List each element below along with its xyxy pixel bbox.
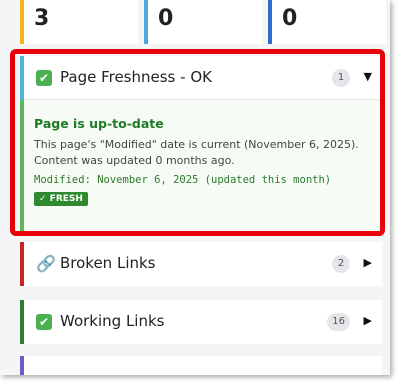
count-badge: 16 bbox=[327, 313, 350, 331]
section-broken-links: 🔗 Broken Links 2 ▶ bbox=[20, 242, 382, 286]
stat-card-notices[interactable]: 0 bbox=[268, 0, 386, 44]
section-header-broken-links[interactable]: 🔗 Broken Links 2 ▶ bbox=[20, 242, 382, 286]
section-working-links: ✔ Working Links 16 ▶ bbox=[20, 300, 382, 344]
section-accent bbox=[20, 356, 24, 375]
link-icon: 🔗 bbox=[36, 254, 56, 273]
expand-toggle-icon[interactable]: ▶ bbox=[364, 314, 372, 327]
section-header-working-links[interactable]: ✔ Working Links 16 ▶ bbox=[20, 300, 382, 344]
section-title: Working Links bbox=[60, 312, 165, 330]
stat-value: 0 bbox=[158, 6, 174, 31]
count-badge: 2 bbox=[332, 255, 350, 273]
stat-value: 3 bbox=[34, 6, 50, 31]
stat-value: 0 bbox=[282, 6, 298, 31]
section-title: Broken Links bbox=[60, 254, 156, 272]
stat-card-info[interactable]: 0 bbox=[144, 0, 262, 44]
stat-card-warnings[interactable]: 3 bbox=[20, 0, 138, 44]
check-icon: ✔ bbox=[36, 314, 52, 330]
expand-toggle-icon[interactable]: ▶ bbox=[364, 256, 372, 269]
stat-accent-bar bbox=[144, 0, 148, 44]
stat-accent-bar bbox=[20, 0, 24, 44]
highlight-frame bbox=[10, 49, 385, 236]
stats-row: 3 0 0 bbox=[0, 0, 390, 44]
stat-accent-bar bbox=[268, 0, 272, 44]
section-next[interactable] bbox=[20, 356, 382, 375]
